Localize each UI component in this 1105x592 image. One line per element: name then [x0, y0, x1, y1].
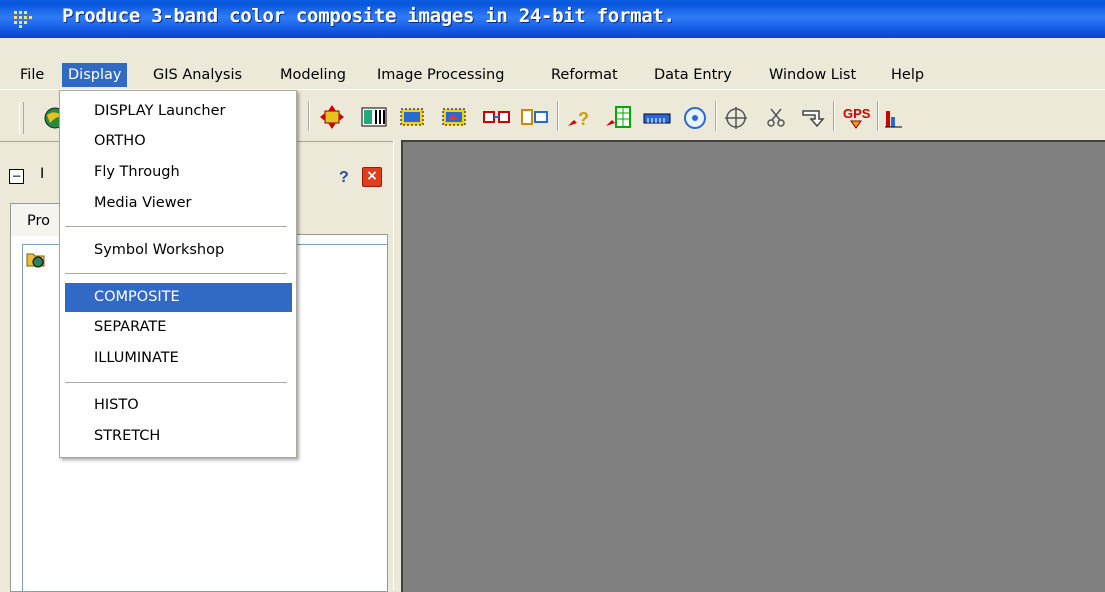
menu-gis-analysis[interactable]: GIS Analysis	[147, 63, 248, 87]
display-dropdown-menu: DISPLAY Launcher ORTHO Fly Through Media…	[59, 90, 297, 458]
toolbar-separator	[833, 101, 835, 131]
svg-text:?: ?	[578, 109, 589, 129]
menu-image-processing[interactable]: Image Processing	[371, 63, 510, 87]
toolbar-separator	[308, 101, 310, 131]
panel-title: I	[40, 166, 45, 182]
menu-item-illuminate[interactable]: ILLUMINATE	[65, 344, 292, 373]
menu-item-histo[interactable]: HISTO	[65, 391, 292, 420]
help-icon[interactable]: ?	[336, 167, 354, 186]
menu-item-separate[interactable]: SEPARATE	[65, 313, 292, 342]
viewer-area[interactable]	[401, 140, 1105, 592]
image-window-icon[interactable]	[440, 106, 466, 132]
menu-separator	[65, 226, 287, 227]
menu-item-composite[interactable]: COMPOSITE	[65, 283, 292, 312]
title-bar: Produce 3-band color composite images in…	[0, 0, 1105, 38]
menu-item-media-viewer[interactable]: Media Viewer	[65, 189, 292, 218]
toolbar-separator	[877, 101, 879, 131]
menu-display[interactable]: Display	[62, 63, 128, 87]
link-icon[interactable]	[482, 106, 510, 132]
svg-text:?: ?	[339, 169, 349, 185]
close-icon[interactable]: ×	[362, 167, 382, 187]
menu-item-symbol-workshop[interactable]: Symbol Workshop	[65, 236, 292, 265]
scissors-icon[interactable]	[763, 105, 789, 131]
menu-item-fly-through[interactable]: Fly Through	[65, 158, 292, 187]
window-title: Produce 3-band color composite images in…	[62, 5, 675, 27]
menu-separator	[65, 382, 287, 383]
arrow-down-icon[interactable]	[800, 105, 826, 131]
windows-icon[interactable]	[520, 106, 548, 132]
toolbar-separator	[715, 101, 717, 131]
menu-item-stretch[interactable]: STRETCH	[65, 422, 292, 451]
gps-label: GPS	[843, 106, 871, 121]
chart-icon[interactable]	[884, 105, 910, 131]
crosshair-icon[interactable]	[723, 105, 749, 131]
ruler-icon[interactable]	[642, 106, 671, 132]
expand-icon[interactable]	[318, 104, 344, 130]
gps-icon[interactable]: GPS	[841, 104, 871, 130]
menu-reformat[interactable]: Reformat	[545, 63, 624, 87]
query-icon[interactable]: ?	[566, 106, 592, 132]
target-icon[interactable]	[682, 105, 708, 131]
folder-icon[interactable]	[26, 250, 46, 268]
book-icon[interactable]	[360, 104, 387, 130]
menu-item-ortho[interactable]: ORTHO	[65, 127, 292, 156]
menu-item-display-launcher[interactable]: DISPLAY Launcher	[65, 97, 292, 126]
select-rect-icon[interactable]	[398, 106, 424, 132]
panel-collapse-button[interactable]: −	[9, 169, 24, 184]
menu-separator	[65, 273, 287, 274]
table-icon[interactable]	[604, 104, 631, 130]
menu-help[interactable]: Help	[885, 63, 930, 87]
toolbar-separator	[557, 101, 559, 131]
menu-modeling[interactable]: Modeling	[274, 63, 352, 87]
app-grid-icon	[12, 9, 34, 29]
menu-data-entry[interactable]: Data Entry	[648, 63, 738, 87]
menu-window-list[interactable]: Window List	[763, 63, 862, 87]
toolbar-grip[interactable]	[19, 102, 24, 134]
menu-file[interactable]: File	[14, 63, 50, 87]
